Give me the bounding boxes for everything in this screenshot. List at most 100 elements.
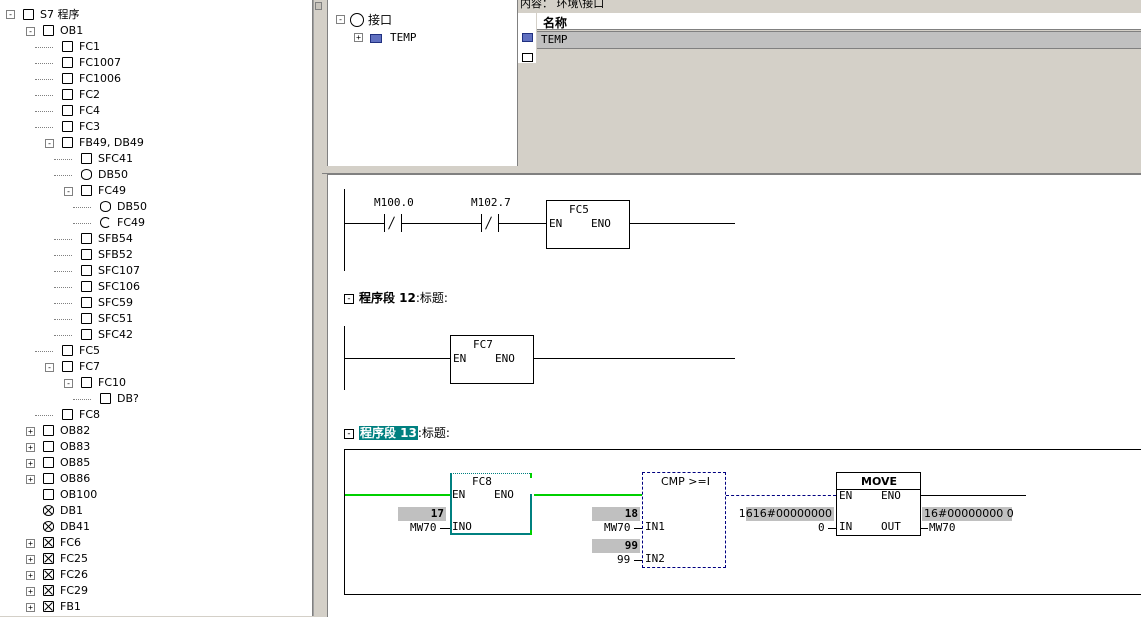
- tree-item[interactable]: DB50: [0, 167, 310, 183]
- tree-item[interactable]: SFB52: [0, 247, 310, 263]
- in-pin: IN: [839, 520, 853, 533]
- network-13-title[interactable]: - 程序段 13:标题:: [344, 424, 450, 441]
- tree-item[interactable]: - FC49: [0, 183, 310, 199]
- block-icon: [62, 41, 73, 52]
- tree-item[interactable]: SFC107: [0, 263, 310, 279]
- fc7-block[interactable]: FC7 EN ENO: [450, 335, 534, 384]
- tree-item[interactable]: + OB86: [0, 471, 310, 487]
- expand-icon[interactable]: +: [26, 539, 35, 548]
- tree-item[interactable]: FC3: [0, 119, 310, 135]
- collapse-icon[interactable]: -: [64, 187, 73, 196]
- tree-connector: [35, 351, 53, 352]
- collapse-icon[interactable]: -: [45, 363, 54, 372]
- tree-item[interactable]: FC1006: [0, 71, 310, 87]
- expand-icon[interactable]: +: [26, 459, 35, 468]
- move-out-value-field[interactable]: 16#00000000 0: [922, 507, 1014, 521]
- tree-item[interactable]: FC1007: [0, 55, 310, 71]
- tree-item[interactable]: SFC106: [0, 279, 310, 295]
- db-icon: [100, 201, 111, 212]
- in1-value-field[interactable]: 18: [592, 507, 640, 521]
- collapse-icon[interactable]: -: [64, 379, 73, 388]
- in2-value-field[interactable]: 99: [592, 539, 640, 553]
- expand-icon[interactable]: +: [26, 427, 35, 436]
- tree-item[interactable]: FC2: [0, 87, 310, 103]
- tree-item[interactable]: + FC29: [0, 583, 310, 599]
- collapse-icon[interactable]: -: [336, 15, 345, 24]
- expand-icon[interactable]: +: [26, 571, 35, 580]
- tree-item[interactable]: DB?: [0, 391, 310, 407]
- collapse-icon[interactable]: -: [6, 10, 15, 19]
- tree-scrollbar[interactable]: [313, 0, 322, 616]
- tree-item[interactable]: FC1: [0, 39, 310, 55]
- content-panel[interactable]: 内容： 环境\接口 名称 TEMP: [517, 0, 1141, 167]
- scroll-thumb[interactable]: [315, 2, 322, 10]
- collapse-icon[interactable]: -: [344, 428, 354, 439]
- tree-item[interactable]: + FC26: [0, 567, 310, 583]
- tree-item[interactable]: + OB83: [0, 439, 310, 455]
- tree-item[interactable]: SFC42: [0, 327, 310, 343]
- tree-connector: [35, 111, 53, 112]
- tree-item[interactable]: DB50: [0, 199, 310, 215]
- tree-item-label: FC1006: [79, 72, 122, 85]
- expand-icon[interactable]: +: [354, 33, 363, 42]
- block-title: MOVE: [861, 475, 898, 488]
- tree-item[interactable]: FC49: [0, 215, 310, 231]
- tree-item[interactable]: + OB82: [0, 423, 310, 439]
- power-rail: [344, 189, 345, 271]
- tree-item[interactable]: SFC41: [0, 151, 310, 167]
- collapse-icon[interactable]: -: [344, 293, 354, 304]
- panel-splitter[interactable]: [322, 166, 1141, 174]
- block-title: FC5: [569, 203, 589, 216]
- tree-item[interactable]: + OB85: [0, 455, 310, 471]
- move-block[interactable]: MOVE EN ENO IN OUT: [836, 472, 921, 536]
- expand-icon[interactable]: +: [26, 555, 35, 564]
- cmp-block[interactable]: CMP >=I IN1 IN2: [642, 472, 726, 568]
- block-invalid-icon: [43, 601, 54, 612]
- fc8-block[interactable]: FC8 EN ENO INO: [450, 473, 532, 535]
- ladder-editor[interactable]: M100.0 M102.7 FC5 EN ENO - 程序段 12:标题: FC7…: [327, 174, 1141, 617]
- tree-connector: [54, 239, 72, 240]
- tree-item[interactable]: FC8: [0, 407, 310, 423]
- collapse-icon[interactable]: -: [26, 27, 35, 36]
- block-icon: [62, 409, 73, 420]
- tree-item[interactable]: SFB54: [0, 231, 310, 247]
- rung-wire: [344, 223, 384, 224]
- network-12-title[interactable]: - 程序段 12:标题:: [344, 289, 448, 306]
- expand-icon[interactable]: +: [26, 443, 35, 452]
- expand-icon[interactable]: +: [26, 603, 35, 612]
- tree-item[interactable]: FC5: [0, 343, 310, 359]
- column-header-name[interactable]: 名称: [537, 13, 1141, 30]
- tree-item[interactable]: SFC59: [0, 295, 310, 311]
- tree-item[interactable]: DB1: [0, 503, 310, 519]
- tree-item[interactable]: FC4: [0, 103, 310, 119]
- table-row[interactable]: TEMP: [537, 31, 1141, 49]
- input-value-field[interactable]: 17: [398, 507, 446, 521]
- expand-icon[interactable]: +: [26, 475, 35, 484]
- block-invalid-icon: [43, 553, 54, 564]
- tree-item[interactable]: - FC7: [0, 359, 310, 375]
- content-path: 内容： 环境\接口: [520, 0, 605, 10]
- tree-item[interactable]: DB41: [0, 519, 310, 535]
- expand-icon[interactable]: +: [26, 587, 35, 596]
- tree-item[interactable]: - FB49, DB49: [0, 135, 310, 151]
- tree-item[interactable]: SFC51: [0, 311, 310, 327]
- collapse-icon[interactable]: -: [45, 139, 54, 148]
- tree-item[interactable]: + FC6: [0, 535, 310, 551]
- tree-item[interactable]: + FB1: [0, 599, 310, 615]
- nc-contact-2[interactable]: [481, 214, 499, 232]
- block-icon: [100, 393, 111, 404]
- tree-item[interactable]: + FC25: [0, 551, 310, 567]
- fc5-block[interactable]: FC5 EN ENO: [546, 200, 630, 249]
- tree-item[interactable]: - OB1: [0, 23, 310, 39]
- tree-item[interactable]: - FC10: [0, 375, 310, 391]
- move-in-value-field[interactable]: 1616#00000000: [739, 507, 834, 521]
- nc-contact-1[interactable]: [384, 214, 402, 232]
- power-flow-wire: [345, 494, 451, 496]
- en-pin: EN: [453, 352, 467, 365]
- interface-panel[interactable]: - 接口 + TEMP: [327, 0, 519, 167]
- tree-item-label: FC1007: [79, 56, 122, 69]
- project-tree[interactable]: - S7 程序 - OB1 FC1 FC1007 FC1006 FC2 FC4 FC3 - FB4…: [0, 0, 313, 616]
- tree-item-label: FC3: [79, 120, 101, 133]
- tree-item[interactable]: OB100: [0, 487, 310, 503]
- move-out-address: MW70: [929, 521, 956, 534]
